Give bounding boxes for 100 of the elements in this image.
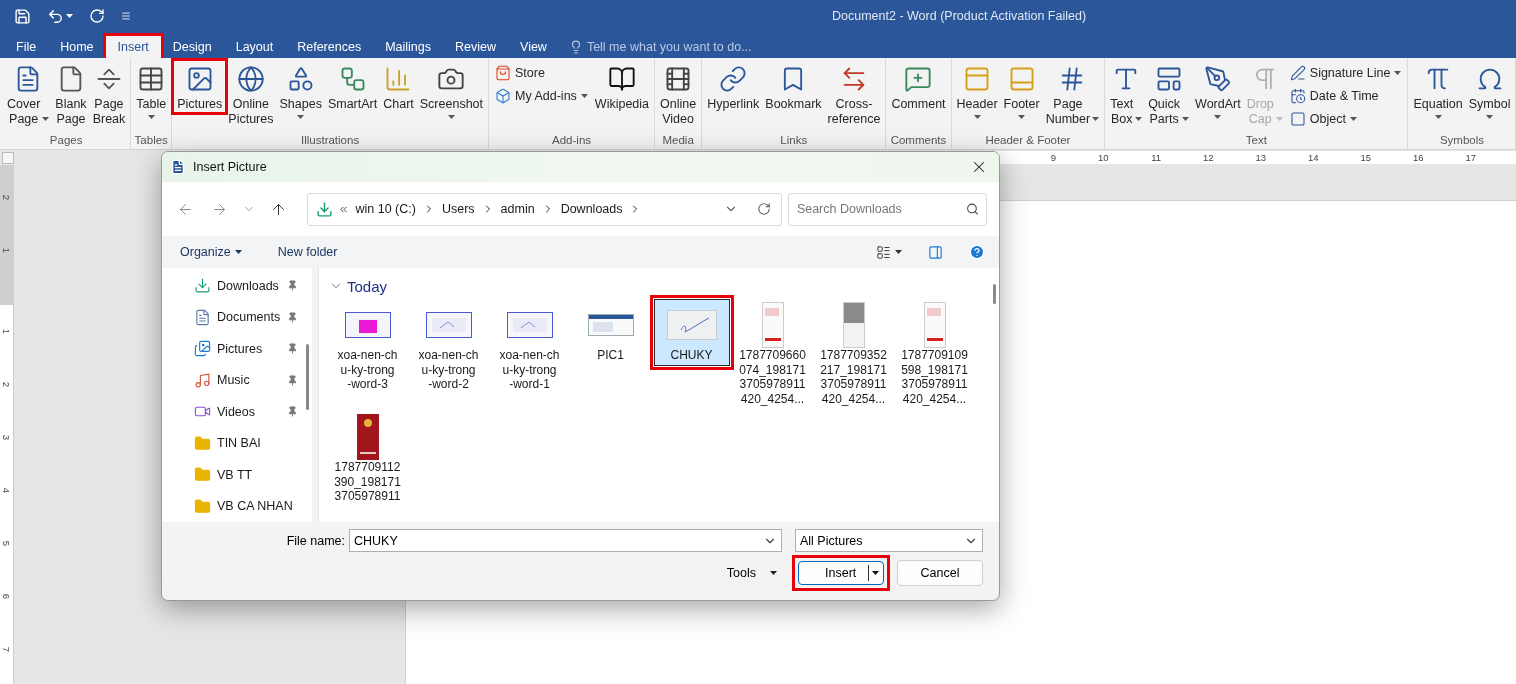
scrollbar[interactable] bbox=[993, 284, 996, 304]
phone-screenshot-thumbnail bbox=[842, 302, 865, 348]
group-label: Text bbox=[1245, 133, 1267, 148]
file-item[interactable]: 1787709660 074_198171 3705978911 420_4254... bbox=[734, 299, 811, 409]
ribbon-button[interactable]: Cover Page bbox=[4, 61, 53, 127]
tab-selector[interactable] bbox=[2, 151, 14, 164]
ribbon-button[interactable]: SmartArt bbox=[324, 61, 381, 112]
file-item[interactable]: 1787709112 390_198171 3705978911 bbox=[329, 411, 406, 507]
word-app-icon bbox=[170, 159, 186, 175]
poster-thumbnail bbox=[356, 414, 379, 460]
ribbon-button[interactable]: Page Break bbox=[89, 61, 129, 127]
ribbon-button[interactable]: Blank Page bbox=[52, 61, 90, 127]
insert-button[interactable]: Insert bbox=[798, 561, 884, 585]
globe-icon bbox=[236, 65, 265, 93]
ribbon-tab[interactable]: Layout bbox=[223, 36, 286, 58]
ribbon-button[interactable]: Quick Parts bbox=[1145, 61, 1193, 127]
ribbon-tab[interactable]: Mailings bbox=[373, 36, 443, 58]
file-item[interactable]: xoa-nen-ch u-ky-trong -word-2 bbox=[410, 299, 487, 395]
ribbon-tab[interactable]: View bbox=[508, 36, 559, 58]
ruler-number: 4 bbox=[1, 487, 12, 494]
breadcrumb[interactable]: Downloads bbox=[558, 202, 625, 216]
ribbon-button[interactable]: My Add-ins bbox=[491, 84, 592, 107]
ribbon-button[interactable]: Chart bbox=[380, 61, 417, 112]
group-label: Symbols bbox=[1439, 133, 1484, 148]
ribbon-tab[interactable]: Home bbox=[48, 36, 106, 58]
ribbon-tab[interactable]: Insert bbox=[105, 36, 161, 58]
breadcrumb[interactable]: Users bbox=[439, 202, 477, 216]
ribbon-button[interactable]: Header bbox=[953, 61, 1001, 119]
search-field[interactable]: Search Downloads bbox=[787, 192, 987, 226]
ruler-number: 2 bbox=[1, 194, 12, 201]
folder-icon bbox=[194, 497, 211, 515]
ribbon-tab[interactable]: References bbox=[285, 36, 374, 58]
file-item[interactable]: CHUKY bbox=[653, 299, 730, 366]
navigation-item[interactable]: Music bbox=[194, 364, 306, 396]
ribbon-button[interactable]: Cross- reference bbox=[824, 61, 884, 127]
ribbon-button[interactable]: Footer bbox=[1000, 61, 1043, 119]
scrollbar[interactable] bbox=[306, 344, 309, 410]
ribbon-button[interactable]: Hyperlink bbox=[704, 61, 763, 112]
file-item[interactable]: 1787709109 598_198171 3705978911 420_4254... bbox=[896, 299, 973, 409]
file-name-label: File name: bbox=[286, 533, 345, 548]
breadcrumb[interactable]: win 10 (C:) bbox=[353, 202, 418, 216]
refresh-icon[interactable] bbox=[756, 202, 771, 216]
tools-button[interactable]: Tools bbox=[720, 565, 783, 581]
ribbon-button[interactable]: Wikipedia bbox=[591, 61, 653, 112]
address-bar[interactable]: win 10 (C:) Users admin Downloads bbox=[306, 192, 782, 226]
file-item[interactable]: PIC1 bbox=[572, 299, 649, 366]
tell-me-field[interactable]: Tell me what you want to do... bbox=[586, 40, 752, 54]
ribbon-button[interactable]: Page Number bbox=[1042, 61, 1103, 127]
help-icon bbox=[969, 244, 985, 260]
file-name-field[interactable]: CHUKY bbox=[349, 529, 782, 552]
navigation-item[interactable]: Pictures bbox=[194, 333, 306, 365]
navigation-item[interactable]: TIN BAI bbox=[194, 427, 306, 459]
ribbon-button[interactable]: Online Video bbox=[657, 61, 700, 127]
folder-icon bbox=[194, 434, 211, 452]
pictures-icon bbox=[194, 340, 211, 358]
ribbon-button[interactable]: Bookmark bbox=[762, 61, 825, 112]
navigation-item[interactable]: VB CA NHAN bbox=[194, 490, 306, 522]
window-title: Document2 - Word (Product Activation Failed) bbox=[832, 9, 1087, 23]
caret-icon bbox=[66, 14, 73, 18]
ribbon-button[interactable]: Equation bbox=[1410, 61, 1466, 119]
ribbon-button[interactable]: Store bbox=[491, 61, 549, 84]
ribbon-button[interactable]: Date & Time bbox=[1285, 84, 1383, 107]
file-item[interactable]: xoa-nen-ch u-ky-trong -word-1 bbox=[491, 299, 568, 395]
signature-thumbnail bbox=[666, 310, 717, 340]
new-folder-button[interactable]: New folder bbox=[271, 241, 344, 263]
group-header[interactable]: Today bbox=[327, 276, 388, 296]
file-item[interactable]: xoa-nen-ch u-ky-trong -word-3 bbox=[329, 299, 406, 395]
file-type-dropdown[interactable]: All Pictures bbox=[795, 529, 983, 552]
ruler-number: 11 bbox=[1150, 151, 1161, 164]
ruler-number: 13 bbox=[1254, 151, 1266, 164]
ruler-number: 10 bbox=[1096, 151, 1109, 164]
ruler-number: 12 bbox=[1201, 151, 1214, 164]
ribbon-tab[interactable]: File bbox=[4, 36, 49, 58]
ribbon-button[interactable]: WordArt bbox=[1192, 61, 1244, 119]
navigation-item[interactable]: VB TT bbox=[194, 459, 306, 491]
file-item[interactable]: 1787709352 217_198171 3705978911 420_4254... bbox=[815, 299, 892, 409]
ribbon-button[interactable]: Comment bbox=[888, 61, 949, 112]
ribbon-tab[interactable]: Design bbox=[160, 36, 224, 58]
cancel-button[interactable]: Cancel bbox=[897, 560, 983, 586]
ribbon-button[interactable]: Screenshot bbox=[416, 61, 486, 119]
object-icon bbox=[1289, 110, 1306, 127]
ribbon-button[interactable]: Signature Line bbox=[1285, 61, 1406, 84]
caret-icon bbox=[770, 571, 777, 575]
ribbon-button[interactable]: Object bbox=[1285, 107, 1361, 130]
ribbon-button[interactable]: Shapes bbox=[276, 61, 325, 119]
breadcrumb[interactable]: admin bbox=[498, 202, 537, 216]
folder-icon bbox=[194, 466, 211, 484]
navigation-item[interactable]: Documents bbox=[194, 301, 306, 333]
organize-button[interactable]: Organize bbox=[174, 241, 248, 263]
ribbon-button[interactable]: Text Box bbox=[1107, 61, 1146, 127]
ribbon-tab[interactable]: Review bbox=[443, 36, 508, 58]
group-label: Comments bbox=[890, 133, 947, 148]
navigation-item[interactable]: Downloads bbox=[194, 270, 306, 302]
signature-icon bbox=[1289, 64, 1306, 81]
navigation-item[interactable]: Videos bbox=[194, 396, 306, 428]
save-icon bbox=[14, 7, 31, 25]
ribbon-button[interactable]: Pictures bbox=[174, 61, 226, 112]
ribbon-button[interactable]: Online Pictures bbox=[225, 61, 277, 127]
ribbon-button[interactable]: Table bbox=[133, 61, 170, 119]
ribbon-button[interactable]: Symbol bbox=[1465, 61, 1514, 119]
